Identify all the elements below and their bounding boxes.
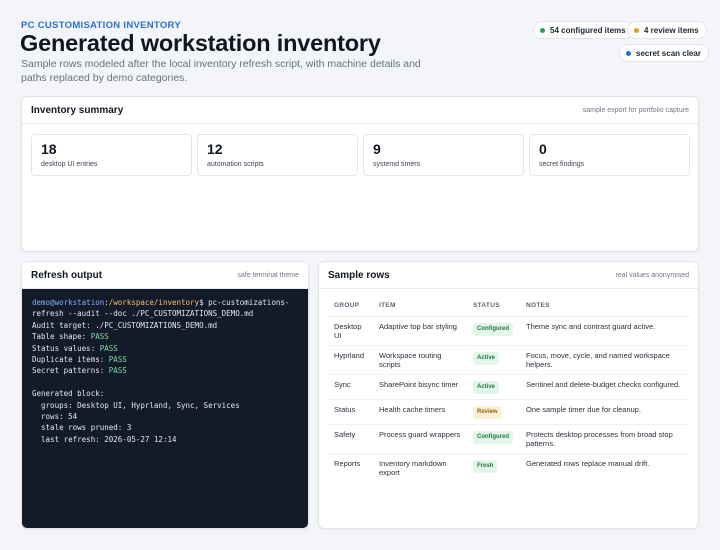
cell-item: Process guard wrappers [373, 424, 467, 454]
cell-item: Inventory markdown export [379, 459, 447, 477]
table-row[interactable]: Hyprland Workspace routing scripts Active F… [328, 345, 690, 375]
cell-group: Hyprland [328, 345, 373, 375]
check-result: PASS [99, 343, 118, 353]
stat-secret-findings: 0 secret findings [529, 134, 690, 176]
column-header-item: ITEM [373, 298, 467, 317]
status-badge: Configured [473, 431, 513, 444]
cell-group: Reports [334, 459, 361, 468]
cell-group: Safety [328, 424, 373, 454]
status-pill-secret-scan: secret scan clear [619, 44, 709, 62]
column-header-status: STATUS [467, 298, 520, 317]
status-badge: Configured [473, 323, 513, 336]
cell-status: Active [467, 345, 520, 375]
cell-status: Active [467, 374, 520, 400]
command-line: $ pc-customizations- [199, 298, 290, 307]
check-label: Secret patterns: [32, 366, 105, 376]
sample-rows-table: GROUP ITEM STATUS NOTES Desktop UI Adapti… [328, 298, 690, 482]
cell-notes: Protects desktop processes from broad st… [520, 424, 690, 454]
cell-status: Fresh [467, 454, 520, 483]
cell-group: Status [328, 399, 373, 425]
cell-item: SharePoint bisync timer [373, 374, 467, 400]
block-line: rows: 54 [32, 412, 78, 422]
sample-rows-note: real values anonymised [615, 271, 689, 279]
table-row[interactable]: Sync SharePoint bisync timer Active Sentine… [328, 374, 690, 400]
check-label: Status values: [32, 343, 96, 353]
block-line: stale rows pruned: 3 [32, 423, 132, 433]
column-header-group: GROUP [328, 298, 373, 317]
check-result: PASS [108, 366, 127, 376]
check-result: PASS [108, 355, 127, 365]
audit-target-line: Audit target: ./PC_CUSTOMIZATIONS_DEMO.m… [32, 320, 218, 330]
column-header-notes: NOTES [520, 298, 690, 317]
status-badge: Review [473, 406, 502, 419]
stat-value: 18 [41, 141, 57, 157]
stat-automation-scripts: 12 automation scripts [197, 134, 358, 176]
cell-status: Configured [467, 424, 520, 454]
inventory-summary-header: Inventory summary sample export for port… [22, 97, 698, 124]
block-title: Generated block: [32, 389, 105, 399]
cell-notes: Theme sync and contrast guard active. [520, 316, 690, 346]
sample-rows-header: Sample rows real values anonymised [319, 262, 698, 289]
sample-rows-card: Sample rows real values anonymised GROUP… [318, 261, 699, 529]
table-row[interactable]: Status Health cache timers Review One sampl… [328, 399, 690, 425]
refresh-output-header: Refresh output safe terminal theme [22, 262, 308, 289]
page-title: Generated workstation inventory [20, 30, 381, 56]
cell-notes: Sentinel and delete-budget checks config… [520, 374, 690, 400]
check-label: Table shape: [32, 332, 87, 342]
table-row[interactable]: Safety Process guard wrappers Configured Pr… [328, 424, 690, 454]
status-pill-label: 54 configured items [550, 25, 626, 35]
prompt-path: /workspace/inventory [108, 298, 200, 307]
status-pill-review: 4 review items [627, 21, 707, 39]
status-dot-icon [626, 50, 631, 56]
terminal-output[interactable]: demo@workstation:/workspace/inventory$ p… [22, 289, 308, 528]
table-header-row: GROUP ITEM STATUS NOTES [328, 298, 690, 317]
status-pill-label: 4 review items [644, 25, 699, 35]
cell-status: Configured [467, 316, 520, 346]
table-row[interactable]: Reports Inventory markdown export Fresh Gen… [328, 454, 690, 483]
stat-value: 9 [373, 141, 381, 157]
block-line: groups: Desktop UI, Hyprland, Sync, Serv… [32, 400, 240, 410]
stat-systemd-timers: 9 systemd timers [363, 134, 524, 176]
inventory-summary-note: sample export for portfolio capture [582, 106, 689, 114]
check-result: PASS [90, 332, 109, 342]
status-pill-label: secret scan clear [636, 48, 701, 58]
cell-notes: Generated rows replace manual drift. [526, 459, 650, 468]
cell-group: Desktop UI [328, 316, 373, 346]
cell-item: Health cache timers [373, 399, 467, 425]
table-row[interactable]: Desktop UI Adaptive top bar styling Config… [328, 316, 690, 346]
stat-value: 12 [207, 141, 223, 157]
cell-status: Review [467, 399, 520, 425]
status-badge: Active [473, 381, 500, 394]
check-label: Duplicate items: [32, 355, 105, 365]
stat-label: desktop UI entries [41, 161, 98, 168]
cell-notes: One sample timer due for cleanup. [520, 399, 690, 425]
stat-value: 0 [539, 141, 547, 157]
cell-group: Sync [328, 374, 373, 400]
stat-label: secret findings [539, 161, 585, 168]
refresh-output-note: safe terminal theme [237, 271, 299, 279]
status-badge: Fresh [473, 460, 498, 473]
stat-desktop-ui: 18 desktop UI entries [31, 134, 192, 176]
stat-label: systemd timers [373, 161, 421, 168]
cell-notes: Focus, move, cycle, and named workspace … [520, 345, 690, 375]
prompt-user: demo@workstation [32, 298, 105, 307]
refresh-output-card: Refresh output safe terminal theme demo@… [21, 261, 309, 529]
status-dot-icon [540, 27, 545, 33]
command-line-continued: refresh --audit --doc ./PC_CUSTOMIZATION… [32, 309, 254, 319]
status-badge: Active [473, 352, 500, 365]
inventory-summary-card: Inventory summary sample export for port… [21, 96, 699, 252]
sample-rows-title: Sample rows [328, 269, 390, 281]
refresh-output-title: Refresh output [31, 269, 103, 281]
inventory-summary-title: Inventory summary [31, 104, 124, 116]
status-dot-icon [634, 27, 639, 33]
cell-item: Adaptive top bar styling [373, 316, 467, 346]
block-line: last refresh: 2026-05-27 12:14 [32, 434, 177, 444]
cell-item: Workspace routing scripts [373, 345, 467, 375]
page-subtitle: Sample rows modeled after the local inve… [21, 58, 421, 84]
status-pill-configured: 54 configured items [533, 21, 634, 39]
stat-label: automation scripts [207, 161, 264, 168]
